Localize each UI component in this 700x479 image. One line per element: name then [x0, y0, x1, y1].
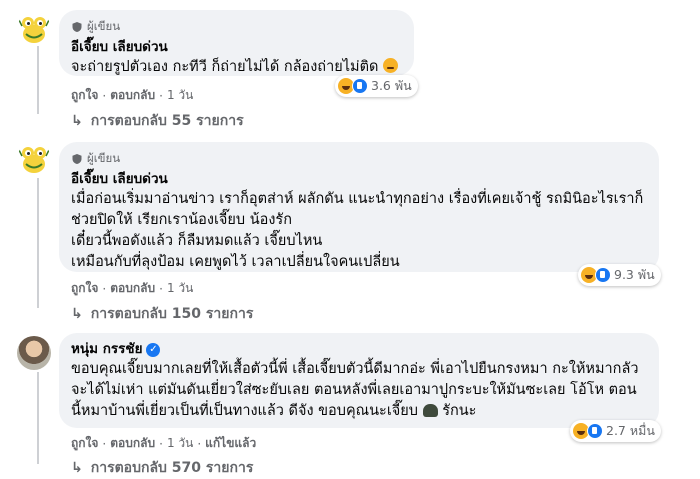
- comment-text-body: ขอบคุณเจี๊ยบมากเลยที่ให้เสื้อตัวนี้พี่ เ…: [71, 361, 639, 419]
- view-replies-button[interactable]: ↳ การตอบกลับ 570 รายการ: [71, 457, 253, 479]
- author-name[interactable]: อีเจี๊ยบ เลียบด่วน: [71, 38, 168, 57]
- thread-line: [37, 46, 39, 114]
- comment-text: ขอบคุณเจี๊ยบมากเลยที่ให้เสื้อตัวนี้พี่ เ…: [71, 359, 647, 422]
- reply-arrow-icon: ↳: [71, 306, 83, 322]
- reaction-summary[interactable]: 2.7 หมื่น: [570, 420, 661, 442]
- author-badge: ผู้เขียน: [71, 18, 402, 36]
- replies-label[interactable]: การตอบกลับ 150 รายการ: [91, 303, 254, 325]
- comment-author[interactable]: อีเจี๊ยบ เลียบด่วน: [71, 170, 647, 189]
- comment-text-body: จะถ่ายรูปตัวเอง กะทีวี ก็ถ่ายไม่ได้ กล้อ…: [71, 59, 379, 75]
- reply-arrow-icon: ↳: [71, 113, 83, 129]
- reaction-summary[interactable]: 9.3 พัน: [578, 264, 661, 286]
- comment-bubble: ผู้เขียน อีเจี๊ยบ เลียบด่วน เมื่อก่อนเริ…: [59, 142, 659, 272]
- timestamp[interactable]: 1 วัน: [167, 279, 193, 298]
- shield-badge-icon: [72, 22, 82, 32]
- author-name[interactable]: หนุ่ม กรรชัย: [71, 340, 142, 359]
- author-name[interactable]: อีเจี๊ยบ เลียบด่วน: [71, 170, 168, 189]
- timestamp[interactable]: 1 วัน: [167, 434, 193, 453]
- comment-author[interactable]: หนุ่ม กรรชัย ✓: [71, 340, 647, 359]
- comment-actions: ถูกใจ · ตอบกลับ · 1 วัน: [71, 279, 193, 298]
- author-badge-label: ผู้เขียน: [87, 19, 121, 33]
- thread-line: [37, 178, 39, 308]
- replies-label[interactable]: การตอบกลับ 55 รายการ: [91, 110, 244, 132]
- verified-icon: ✓: [146, 342, 161, 357]
- author-badge: ผู้เขียน: [71, 150, 647, 168]
- comment-actions: ถูกใจ · ตอบกลับ · 1 วัน · แก้ไขแล้ว: [71, 434, 256, 453]
- view-replies-button[interactable]: ↳ การตอบกลับ 150 รายการ: [71, 303, 253, 325]
- reaction-count: 3.6 พัน: [371, 78, 412, 93]
- ninja-emoji-icon: [422, 404, 438, 417]
- shield-badge-icon: [72, 154, 82, 164]
- reaction-summary[interactable]: 3.6 พัน: [335, 75, 418, 97]
- thread-line: [37, 372, 39, 464]
- comment-text: เมื่อก่อนเริ่มมาอ่านข่าว เราก็อุตส่าห์ ผ…: [71, 191, 644, 270]
- comment-bubble: หนุ่ม กรรชัย ✓ ขอบคุณเจี๊ยบมากเลยที่ให้เ…: [59, 333, 659, 428]
- view-replies-button[interactable]: ↳ การตอบกลับ 55 รายการ: [71, 110, 244, 132]
- reply-arrow-icon: ↳: [71, 460, 83, 476]
- reaction-count: 2.7 หมื่น: [606, 423, 655, 438]
- like-link[interactable]: ถูกใจ: [71, 279, 98, 298]
- like-reaction-icon: [595, 267, 611, 283]
- reply-link[interactable]: ตอบกลับ: [110, 434, 155, 453]
- reply-link[interactable]: ตอบกลับ: [110, 279, 155, 298]
- like-link[interactable]: ถูกใจ: [71, 86, 98, 105]
- like-link[interactable]: ถูกใจ: [71, 434, 98, 453]
- timestamp[interactable]: 1 วัน: [167, 86, 193, 105]
- like-reaction-icon: [587, 423, 603, 439]
- avatar[interactable]: [17, 336, 51, 370]
- edited-label[interactable]: แก้ไขแล้ว: [205, 434, 256, 453]
- comment-author[interactable]: อีเจี๊ยบ เลียบด่วน: [71, 38, 402, 57]
- author-badge-label: ผู้เขียน: [87, 151, 121, 165]
- sad-emoji-icon: [383, 58, 399, 73]
- frog-avatar-icon[interactable]: [17, 142, 51, 176]
- comment-bubble: ผู้เขียน อีเจี๊ยบ เลียบด่วน จะถ่ายรูปตัว…: [59, 10, 414, 76]
- replies-label[interactable]: การตอบกลับ 570 รายการ: [91, 457, 254, 479]
- comment-text-suffix: รักนะ: [442, 403, 477, 419]
- like-reaction-icon: [352, 78, 368, 94]
- frog-avatar-icon[interactable]: [17, 12, 51, 46]
- reply-link[interactable]: ตอบกลับ: [110, 86, 155, 105]
- reaction-count: 9.3 พัน: [614, 267, 655, 282]
- comment-actions: ถูกใจ · ตอบกลับ · 1 วัน: [71, 86, 193, 105]
